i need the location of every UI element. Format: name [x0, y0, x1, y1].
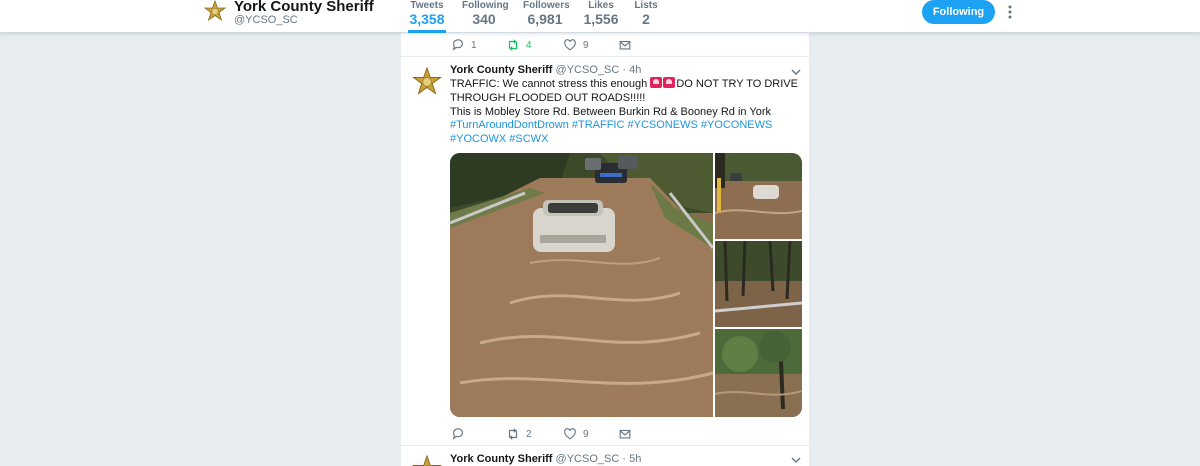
siren-emoji-icon — [663, 77, 676, 88]
tweet-author-handle[interactable]: @YCSO_SC — [556, 64, 620, 76]
stat-likes-label: Likes — [588, 0, 614, 11]
tweet-text: TRAFFIC: We cannot stress this enough DO… — [450, 77, 800, 147]
avatar[interactable] — [411, 67, 443, 99]
like-count: 9 — [583, 39, 589, 51]
prev-tweet-actions: 1 4 9 — [451, 37, 651, 53]
like-button[interactable]: 9 — [563, 37, 589, 53]
tweet-text-line: TRAFFIC: We cannot stress this enough — [450, 78, 651, 90]
retweet-count: 4 — [526, 39, 532, 51]
flooded-creek-thumbnail-2[interactable] — [715, 241, 802, 327]
heart-icon — [564, 428, 576, 440]
reply-icon — [452, 39, 463, 51]
reply-button[interactable]: 1 — [451, 37, 477, 53]
stat-tweets-label: Tweets — [410, 0, 444, 11]
profile-name[interactable]: York County Sheriff — [234, 0, 374, 15]
avatar[interactable] — [411, 455, 443, 466]
timeline: 1 4 9 York County Sheriff @YCSO_SC · 4h … — [401, 33, 809, 466]
retweet-button[interactable]: 4 — [506, 37, 532, 53]
tweet-author-handle[interactable]: @YCSO_SC — [556, 453, 620, 465]
envelope-icon — [619, 429, 631, 439]
envelope-icon — [619, 40, 631, 50]
tweet-hashtags[interactable]: #TurnAroundDontDrown #TRAFFIC #YCSONEWS … — [450, 119, 772, 145]
stat-followers[interactable]: Followers 6,981 — [523, 0, 570, 28]
more-options-icon[interactable] — [1002, 4, 1018, 20]
tweet-media-grid[interactable] — [450, 153, 802, 417]
stat-likes[interactable]: Likes 1,556 — [582, 0, 620, 28]
sheriff-badge-icon[interactable] — [203, 0, 227, 24]
reply-count: 1 — [471, 39, 477, 51]
tweet-header: York County Sheriff @YCSO_SC · 4h — [450, 64, 641, 76]
flooded-road-photo[interactable] — [450, 153, 713, 417]
flooded-road-thumbnail-1[interactable] — [715, 153, 802, 239]
stat-lists[interactable]: Lists 2 — [634, 0, 658, 28]
chevron-down-icon[interactable] — [790, 455, 802, 465]
stat-following[interactable]: Following 340 — [462, 0, 509, 28]
stat-following-label: Following — [462, 0, 509, 11]
retweet-count: 2 — [526, 428, 532, 440]
like-button[interactable]: 9 — [563, 426, 589, 442]
stat-followers-label: Followers — [523, 0, 570, 11]
tweet-header: York County Sheriff @YCSO_SC · 5h — [450, 453, 641, 465]
tweet-timestamp[interactable]: · 5h — [622, 453, 641, 465]
direct-message-button[interactable] — [618, 426, 638, 442]
tweet-timestamp[interactable]: · 4h — [622, 64, 641, 76]
following-button[interactable]: Following — [922, 0, 995, 24]
tweet-divider — [401, 445, 809, 446]
stat-tweets[interactable]: Tweets 3,358 — [408, 0, 446, 33]
retweet-icon — [508, 39, 518, 51]
tweet-author-name[interactable]: York County Sheriff — [450, 64, 552, 76]
stat-likes-value: 1,556 — [583, 11, 619, 27]
reply-button[interactable] — [451, 426, 471, 442]
heart-icon — [564, 39, 576, 51]
tweet-author-name[interactable]: York County Sheriff — [450, 453, 552, 465]
stat-followers-value: 6,981 — [527, 11, 563, 27]
stat-lists-label: Lists — [634, 0, 658, 11]
tweet-actions: 2 9 — [451, 426, 651, 442]
retweet-button[interactable]: 2 — [506, 426, 532, 442]
tweet-divider — [401, 56, 809, 57]
flooded-woods-thumbnail-3[interactable] — [715, 329, 802, 417]
profile-nav-bar: York County Sheriff @YCSO_SC Tweets 3,35… — [0, 0, 1200, 33]
chevron-down-icon[interactable] — [790, 67, 802, 77]
profile-handle[interactable]: @YCSO_SC — [234, 14, 298, 26]
stat-lists-value: 2 — [642, 11, 650, 27]
stat-tweets-value: 3,358 — [409, 11, 445, 27]
reply-icon — [452, 428, 463, 440]
retweet-icon — [508, 428, 518, 440]
siren-emoji-icon — [650, 77, 663, 88]
tweet-text-location: This is Mobley Store Rd. Between Burkin … — [450, 105, 771, 118]
stat-following-value: 340 — [472, 11, 496, 27]
like-count: 9 — [583, 428, 589, 440]
direct-message-button[interactable] — [618, 37, 638, 53]
